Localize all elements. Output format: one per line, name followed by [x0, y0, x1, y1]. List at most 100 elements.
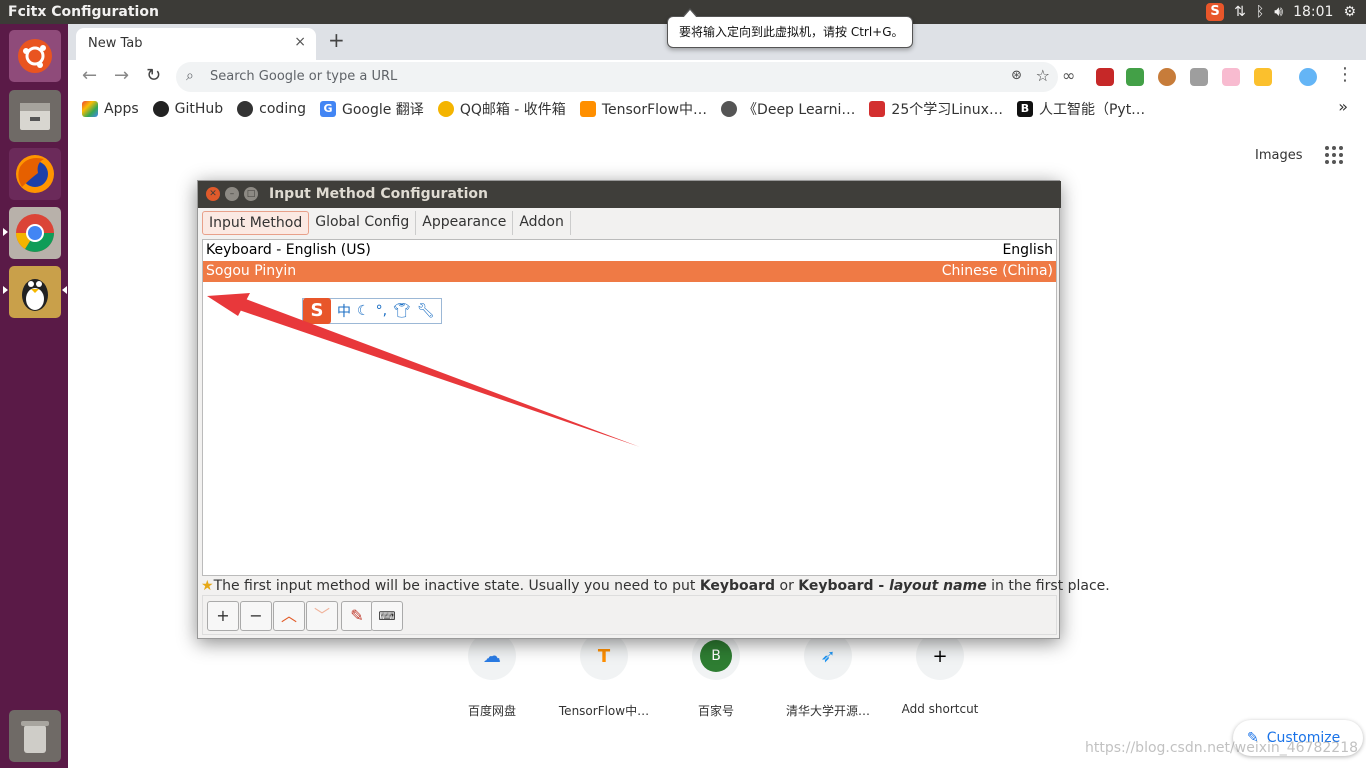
- new-tab-button[interactable]: +: [328, 28, 345, 52]
- dialog-title: Input Method Configuration: [269, 186, 488, 202]
- bookmark-apps[interactable]: Apps: [82, 101, 139, 117]
- tools-icon: ✎: [350, 606, 364, 625]
- tab-input-method[interactable]: Input Method: [202, 211, 310, 235]
- search-icon: ⌕: [186, 68, 194, 84]
- coding-icon: [237, 101, 254, 117]
- baijiahao-icon: B: [692, 632, 740, 680]
- ubuntu-dash-icon[interactable]: [9, 30, 61, 82]
- monkey-extension-icon[interactable]: [1158, 68, 1176, 86]
- list-item-selected[interactable]: Sogou Pinyin Chinese (China): [203, 261, 1056, 282]
- shortcut-baidu-pan[interactable]: ☁ 百度网盘: [437, 632, 547, 719]
- wrench-icon[interactable]: 🔧︎: [417, 303, 435, 319]
- volume-icon[interactable]: 🔊︎: [1274, 4, 1283, 20]
- tab-title: New Tab: [88, 36, 143, 51]
- tab-appearance[interactable]: Appearance: [416, 211, 514, 235]
- add-icon: +: [916, 632, 964, 680]
- moon-icon[interactable]: ☾: [357, 303, 370, 319]
- github-icon: [152, 101, 169, 117]
- forward-icon[interactable]: →: [114, 65, 129, 86]
- maximize-icon[interactable]: □: [244, 187, 258, 201]
- chevron-up-icon: ︿: [280, 606, 297, 625]
- minimize-icon[interactable]: –: [225, 187, 239, 201]
- move-down-button[interactable]: ﹀: [306, 601, 338, 631]
- tab-addon[interactable]: Addon: [513, 211, 571, 235]
- network-icon[interactable]: ⇅: [1234, 4, 1246, 20]
- bookmark-github[interactable]: GitHub: [152, 101, 223, 117]
- shirt-skin-icon[interactable]: 👕︎: [393, 303, 411, 319]
- bookmark-deep-learning[interactable]: 《Deep Learni…: [721, 99, 855, 119]
- list-item[interactable]: Keyboard - English (US) English: [203, 240, 1056, 261]
- active-indicator: [62, 286, 67, 294]
- input-method-list[interactable]: Keyboard - English (US) English Sogou Pi…: [202, 239, 1057, 576]
- grid-extension-icon[interactable]: [1190, 68, 1208, 86]
- running-indicator: [3, 228, 8, 236]
- dialog-tabs: Input Method Global Config Appearance Ad…: [202, 211, 571, 235]
- remove-button[interactable]: −: [240, 601, 272, 631]
- bookmark-qqmail[interactable]: QQ邮箱 - 收件箱: [437, 99, 566, 119]
- keyboard-icon: ⌨: [378, 609, 396, 623]
- back-icon[interactable]: ←: [82, 65, 97, 86]
- input-method-language: English: [1002, 242, 1053, 258]
- keyboard-layout-button[interactable]: ⌨: [371, 601, 403, 631]
- watermark: https://blog.csdn.net/weixin_46782218: [1085, 740, 1359, 756]
- profile-avatar-icon[interactable]: [1299, 68, 1317, 86]
- trash-icon[interactable]: [9, 710, 61, 762]
- reload-icon[interactable]: ↻: [146, 65, 161, 86]
- punctuation-icon[interactable]: °,: [376, 303, 387, 319]
- tsinghua-icon: ➶: [804, 632, 852, 680]
- gear-icon[interactable]: ⚙: [1343, 4, 1356, 20]
- shortcut-add[interactable]: + Add shortcut: [885, 632, 995, 716]
- baidu-pan-icon: ☁: [468, 632, 516, 680]
- sogou-tray-icon[interactable]: S: [1206, 3, 1225, 21]
- chrome-icon[interactable]: [9, 207, 61, 259]
- bookmarks-overflow-icon[interactable]: »: [1338, 97, 1348, 116]
- sogou-status-bar[interactable]: S 中 ☾ °, 👕︎ 🔧︎: [302, 298, 442, 324]
- bookmark-tensorflow[interactable]: TensorFlow中…: [579, 99, 707, 119]
- translate-icon[interactable]: ⊛: [1011, 68, 1022, 83]
- colorful-extension-icon[interactable]: [1126, 68, 1144, 86]
- tux-settings-icon[interactable]: [9, 266, 61, 318]
- shortcut-tensorflow[interactable]: T TensorFlow中…: [549, 632, 659, 719]
- pink-extension-icon[interactable]: [1222, 68, 1240, 86]
- pencil-extension-icon[interactable]: [1254, 68, 1272, 86]
- b-site-icon: B: [1016, 101, 1033, 117]
- clock[interactable]: 18:01: [1293, 4, 1333, 20]
- shield-extension-icon[interactable]: [1096, 68, 1114, 86]
- tab-new-tab[interactable]: New Tab ×: [76, 28, 316, 60]
- google-apps-icon[interactable]: [1325, 146, 1343, 164]
- images-link[interactable]: Images: [1255, 148, 1303, 163]
- bluetooth-icon[interactable]: ᛒ: [1256, 4, 1264, 20]
- bookmark-google-translate[interactable]: G Google 翻译: [319, 99, 424, 119]
- bookmark-linux[interactable]: 25个学习Linux…: [869, 99, 1003, 119]
- vm-input-tooltip: 要将输入定向到此虚拟机，请按 Ctrl+G。: [667, 8, 913, 48]
- chinese-mode-indicator[interactable]: 中: [337, 301, 351, 321]
- infinity-extension-icon[interactable]: ∞: [1062, 66, 1075, 85]
- bookmark-star-icon[interactable]: ☆: [1036, 66, 1050, 85]
- apps-grid-icon: [82, 101, 98, 117]
- dialog-toolbar: + − ︿ ﹀ ✎ ⌨: [202, 595, 1057, 635]
- launcher: [0, 24, 68, 768]
- tensorflow-icon: T: [580, 632, 628, 680]
- menu-kebab-icon[interactable]: ⋮: [1336, 64, 1354, 85]
- configure-button[interactable]: ✎: [341, 601, 373, 631]
- add-button[interactable]: +: [207, 601, 239, 631]
- hint-text: ★The first input method will be inactive…: [201, 578, 1110, 594]
- bookmark-ai-python[interactable]: B 人工智能（Pyt…: [1016, 99, 1145, 119]
- files-icon[interactable]: [9, 90, 61, 142]
- move-up-button[interactable]: ︿: [273, 601, 305, 631]
- tab-global-config[interactable]: Global Config: [309, 211, 417, 235]
- firefox-icon[interactable]: [9, 148, 61, 200]
- star-icon: ★: [201, 578, 214, 594]
- close-icon[interactable]: ×: [294, 34, 306, 50]
- shortcut-tsinghua-mirror[interactable]: ➶ 清华大学开源…: [773, 632, 883, 719]
- omnibox[interactable]: ⌕ Search Google or type a URL ⊛ ☆: [176, 62, 1058, 92]
- input-method-name: Keyboard - English (US): [206, 242, 371, 258]
- system-tray: S ⇅ ᛒ 🔊︎ 18:01 ⚙: [1206, 0, 1366, 24]
- qqmail-icon: [437, 101, 454, 117]
- close-icon[interactable]: ✕: [206, 187, 220, 201]
- omnibox-placeholder: Search Google or type a URL: [210, 69, 398, 84]
- translate-icon: G: [319, 101, 336, 117]
- dialog-titlebar[interactable]: ✕ – □ Input Method Configuration: [198, 181, 1061, 208]
- bookmark-coding[interactable]: coding: [237, 101, 306, 117]
- shortcut-baijiahao[interactable]: B 百家号: [661, 632, 771, 719]
